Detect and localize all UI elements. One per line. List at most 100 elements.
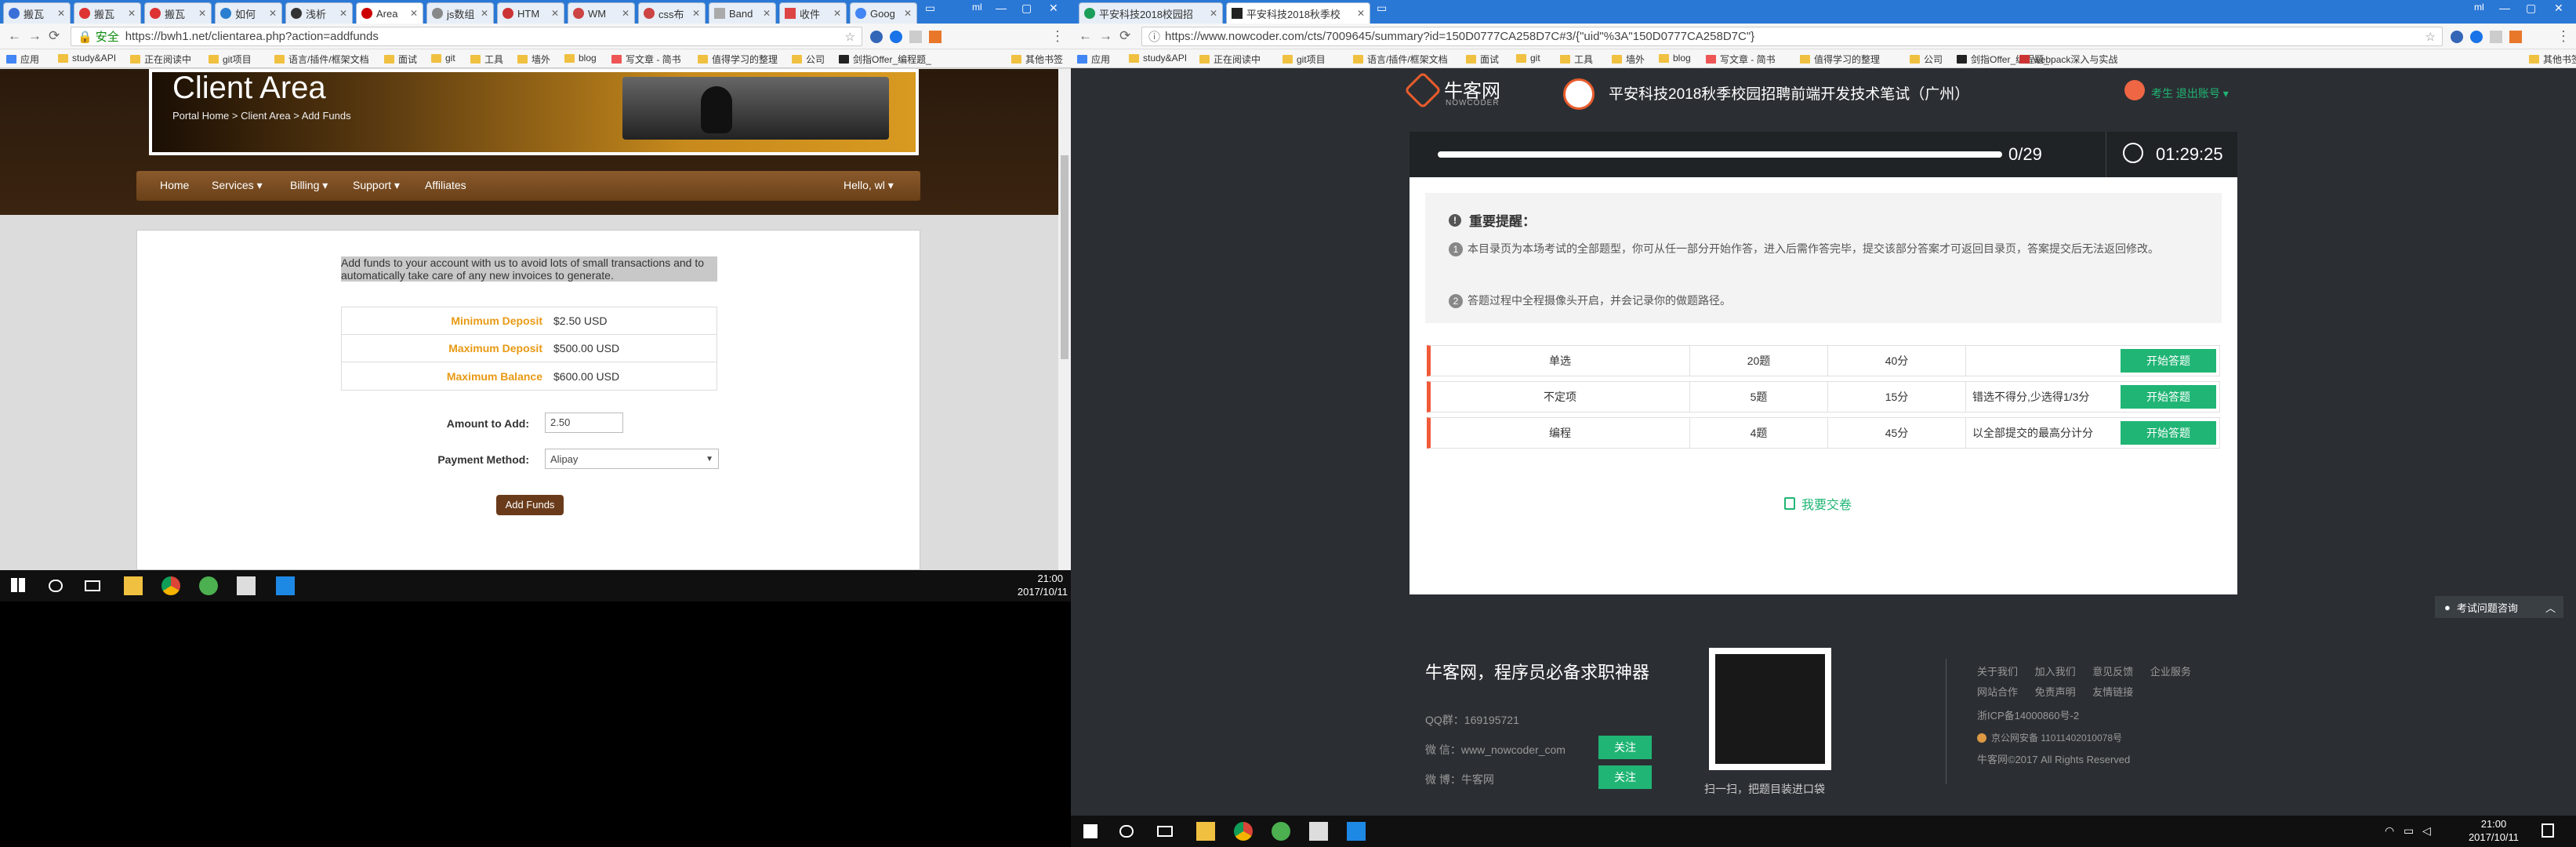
bookmark-item[interactable]: 其他书签 [2529,53,2576,66]
close-tab-icon[interactable]: ✕ [1210,8,1217,19]
reload-icon[interactable]: ⟳ [1119,28,1130,44]
minimize-button[interactable]: — [2499,2,2510,14]
browser-tab[interactable]: Goog ✕ [850,2,917,24]
browser-tab[interactable]: 搬瓦 ✕ [144,2,212,24]
extension-icon[interactable] [2490,31,2502,43]
bookmark-item[interactable]: 值得学习的整理 [1800,53,1880,66]
close-tab-icon[interactable]: ✕ [269,8,277,19]
bookmark-item[interactable]: 工具 [1560,53,1593,66]
footer-link[interactable]: 关于我们 [1977,666,2018,678]
bookmark-item[interactable]: git项目 [209,53,252,66]
cortana-icon[interactable] [49,580,63,592]
bookmark-item[interactable]: blog [564,53,597,64]
close-tab-icon[interactable]: ✕ [904,8,912,19]
profile-label[interactable]: ml [2474,2,2484,13]
network-icon[interactable]: ▭ [2404,824,2414,838]
bookmark-item[interactable]: study&API [58,53,116,64]
amount-input[interactable]: 2.50 [545,413,623,433]
bookmark-item[interactable]: 其他书签 [1011,53,1063,66]
bookmark-item[interactable]: 面试 [1466,53,1499,66]
minimize-button[interactable]: — [996,2,1007,14]
maximize-button[interactable]: ▢ [2526,2,2536,15]
chrome-icon[interactable] [1234,822,1253,841]
browser-tab[interactable]: js数组 ✕ [426,2,494,24]
file-explorer-icon[interactable] [124,576,143,595]
browser-tab[interactable]: WM ✕ [568,2,635,24]
bookmark-item[interactable]: 语言/插件/框架文档 [274,53,369,66]
bookmark-item[interactable]: webpack深入与实战 [2019,53,2117,66]
browser-tab[interactable]: 如何 ✕ [215,2,282,24]
new-tab-button[interactable]: ▭ [1377,2,1387,15]
app-icon[interactable] [1347,822,1366,841]
new-tab-button[interactable]: ▭ [925,2,935,15]
app-icon[interactable] [1272,822,1290,841]
nav-user[interactable]: Hello, wl ▾ [844,179,894,192]
url-input[interactable]: ⓘ https://www.nowcoder.com/cts/7009645/s… [1141,27,2443,46]
footer-link[interactable]: 网站合作 [1977,686,2018,698]
payment-method-select[interactable]: Alipay ▼ [545,449,719,469]
submit-paper-link[interactable]: 我要交卷 [1784,494,1852,513]
footer-link[interactable]: 友情链接 [2092,686,2133,698]
bookmark-item[interactable]: 写文章 - 简书 [611,53,681,66]
forward-icon[interactable]: → [1099,28,1112,44]
bookmark-item[interactable]: git [1516,53,1540,64]
extension-icon[interactable] [2470,31,2483,43]
nav-home[interactable]: Home [160,179,189,191]
start-answer-button[interactable]: 开始答题 [2121,421,2216,445]
close-tab-icon[interactable]: ✕ [57,8,65,19]
close-tab-icon[interactable]: ✕ [622,8,629,19]
footer-link[interactable]: 加入我们 [2035,666,2076,678]
bookmark-item[interactable]: 应用 [1077,53,1110,66]
footer-link[interactable]: 意见反馈 [2092,666,2133,678]
footer-link[interactable]: 企业服务 [2150,666,2191,678]
close-tab-icon[interactable]: ✕ [128,8,136,19]
close-tab-icon[interactable]: ✕ [410,8,418,19]
chrome-icon[interactable] [161,576,180,595]
close-tab-icon[interactable]: ✕ [481,8,488,19]
start-answer-button[interactable]: 开始答题 [2121,349,2216,373]
volume-icon[interactable]: ◁ [2422,824,2431,838]
bookmark-item[interactable]: study&API [1129,53,1187,64]
nav-billing[interactable]: Billing ▾ [290,179,328,192]
extension-icon[interactable] [909,31,922,43]
browser-tab[interactable]: 平安科技2018校园招 ✕ [1079,2,1223,24]
forward-icon[interactable]: → [28,28,42,44]
bookmark-item[interactable]: 面试 [384,53,417,66]
reload-icon[interactable]: ⟳ [49,28,60,44]
bookmark-item[interactable]: git项目 [1283,53,1326,66]
close-tab-icon[interactable]: ✕ [763,8,771,19]
footer-link[interactable]: 免责声明 [2035,686,2076,698]
follow-weibo-button[interactable]: 关注 [1598,765,1652,789]
user-menu[interactable]: 考生 退出账号 ▾ [2151,85,2229,101]
extension-icon[interactable] [2451,31,2463,43]
app-icon[interactable] [276,576,295,595]
extension-icon[interactable] [929,31,942,43]
start-answer-button[interactable]: 开始答题 [2121,385,2216,409]
task-view-icon[interactable] [85,580,100,591]
close-tab-icon[interactable]: ✕ [339,8,347,19]
back-icon[interactable]: ← [1079,28,1092,44]
bookmark-item[interactable]: 写文章 - 简书 [1706,53,1776,66]
browser-tab[interactable]: HTM ✕ [497,2,564,24]
browser-tab-active[interactable]: 平安科技2018秋季校 ✕ [1226,2,1370,24]
photos-icon[interactable] [237,576,256,595]
close-tab-icon[interactable]: ✕ [833,8,841,19]
close-tab-icon[interactable]: ✕ [1357,8,1365,19]
bookmark-item[interactable]: git [431,53,455,64]
browser-tab[interactable]: 浅析 ✕ [285,2,353,24]
scrollbar-thumb[interactable] [1061,155,1068,359]
bookmark-item[interactable]: blog [1659,53,1691,64]
close-tab-icon[interactable]: ✕ [692,8,700,19]
help-consult-tab[interactable]: ● 考试问题咨询 ︿ [2435,596,2563,618]
menu-icon[interactable]: ⋮ [1050,28,1065,45]
browser-tab-active[interactable]: Area ✕ [356,2,423,24]
close-tab-icon[interactable]: ✕ [198,8,206,19]
file-explorer-icon[interactable] [1196,822,1215,841]
app-icon[interactable] [199,576,218,595]
logout-link[interactable]: 退出账号 [2176,87,2220,100]
bookmark-item[interactable]: 正在阅读中 [1199,53,1261,66]
bookmark-item[interactable]: 应用 [6,53,39,66]
add-funds-button[interactable]: Add Funds [496,495,564,515]
browser-tab[interactable]: css布 ✕ [638,2,706,24]
vertical-scrollbar[interactable] [1058,69,1071,570]
